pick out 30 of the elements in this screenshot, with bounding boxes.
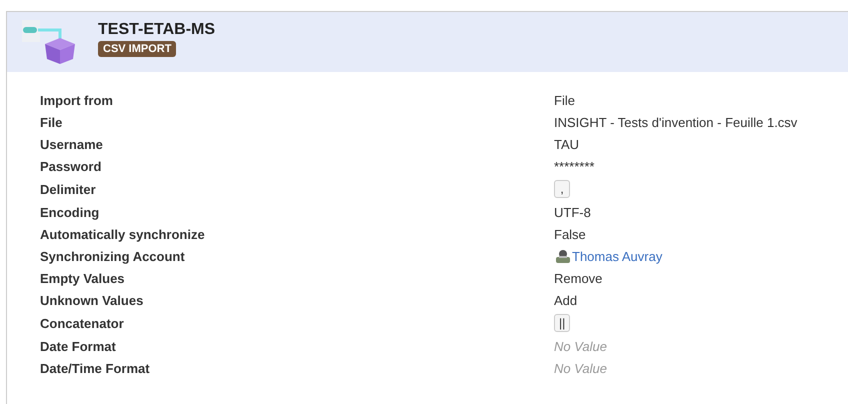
field-value: Remove (554, 270, 602, 286)
field-label: Automatically synchronize (40, 226, 205, 242)
value-code: || (554, 314, 570, 332)
field-label: File (40, 114, 62, 130)
field-label: Concatenator (40, 316, 124, 330)
field-value: UTF-8 (554, 204, 591, 220)
field-label: Password (40, 158, 102, 174)
csv-import-icon (20, 18, 78, 66)
account-link[interactable]: Thomas Auvray (572, 248, 662, 264)
field-label: Delimiter (40, 182, 96, 196)
field-label: Empty Values (40, 270, 125, 286)
field-label: Unknown Values (40, 292, 144, 308)
field-label: Username (40, 136, 103, 152)
record-title: TEST-ETAB-MS (98, 21, 216, 39)
avatar-icon (554, 248, 572, 264)
field-label: Encoding (40, 204, 100, 220)
field-value: No Value (554, 338, 607, 354)
field-value: TAU (554, 136, 580, 152)
value-code: , (554, 180, 570, 198)
field-label: Date/Time Format (40, 360, 150, 376)
field-value: ******** (554, 158, 594, 174)
field-value: False (554, 226, 586, 242)
field-value: File (554, 92, 575, 108)
field-value: INSIGHT - Tests d'invention - Feuille 1.csv (554, 114, 798, 130)
field-value: No Value (554, 360, 607, 376)
field-label: Date Format (40, 338, 116, 354)
field-label: Synchronizing Account (40, 248, 185, 264)
type-badge: CSV IMPORT (98, 41, 176, 57)
field-label: Import from (40, 92, 113, 108)
field-value: Add (554, 292, 578, 308)
